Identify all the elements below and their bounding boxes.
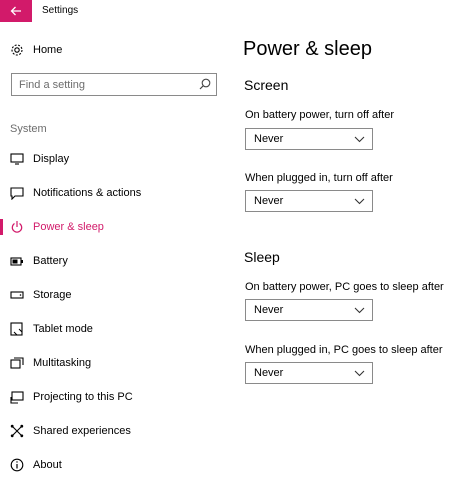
sidebar-item-label: Storage [33, 289, 72, 301]
screen-plugged-dropdown[interactable]: Never [245, 190, 373, 212]
sidebar-item-label: Tablet mode [33, 323, 93, 335]
sidebar-item-multitasking[interactable]: Multitasking [0, 350, 230, 376]
active-indicator [0, 219, 3, 235]
section-heading-screen: Screen [244, 77, 289, 93]
screen-plugged-label: When plugged in, turn off after [245, 172, 393, 184]
multitasking-icon [9, 355, 25, 371]
section-heading-sleep: Sleep [244, 249, 280, 265]
search-box[interactable] [11, 73, 217, 96]
monitor-icon [9, 151, 25, 167]
sidebar-item-label: Display [33, 153, 70, 165]
tablet-icon [9, 321, 25, 337]
speech-bubble-icon [9, 185, 25, 201]
sleep-battery-dropdown[interactable]: Never [245, 299, 373, 321]
back-button[interactable] [0, 0, 32, 22]
back-arrow-icon [10, 6, 21, 16]
battery-icon [9, 253, 25, 269]
sidebar-item-about[interactable]: About [0, 452, 230, 478]
dropdown-value: Never [254, 133, 284, 145]
dropdown-value: Never [254, 367, 284, 379]
shared-experiences-icon [9, 423, 25, 439]
sidebar-item-projecting[interactable]: Projecting to this PC [0, 384, 230, 410]
sidebar-item-battery[interactable]: Battery [0, 248, 230, 274]
sidebar-item-display[interactable]: Display [0, 146, 230, 172]
projector-icon [9, 389, 25, 405]
chevron-down-icon [354, 136, 365, 143]
sidebar-item-label: Home [33, 44, 63, 56]
sidebar-item-home[interactable]: Home [0, 37, 230, 63]
chevron-down-icon [354, 307, 365, 314]
group-label-system: System [10, 123, 47, 135]
search-input[interactable] [12, 74, 192, 95]
info-icon [9, 457, 25, 473]
sidebar-item-label: Shared experiences [33, 425, 131, 437]
sidebar-item-label: Multitasking [33, 357, 92, 369]
sleep-plugged-dropdown[interactable]: Never [245, 362, 373, 384]
sidebar-item-label: Power & sleep [33, 221, 104, 233]
sidebar-item-label: About [33, 459, 62, 471]
sidebar-item-notifications[interactable]: Notifications & actions [0, 180, 230, 206]
screen-battery-dropdown[interactable]: Never [245, 128, 373, 150]
sidebar-item-label: Projecting to this PC [33, 391, 133, 403]
sidebar-item-label: Notifications & actions [33, 187, 142, 199]
window-title: Settings [42, 5, 79, 16]
chevron-down-icon [354, 198, 365, 205]
chevron-down-icon [354, 370, 365, 377]
dropdown-value: Never [254, 195, 284, 207]
sleep-battery-label: On battery power, PC goes to sleep after [245, 281, 444, 293]
dropdown-value: Never [254, 304, 284, 316]
sleep-plugged-label: When plugged in, PC goes to sleep after [245, 344, 443, 356]
sidebar-item-power-sleep[interactable]: Power & sleep [0, 214, 230, 240]
page-title: Power & sleep [243, 38, 372, 60]
sidebar-item-shared-experiences[interactable]: Shared experiences [0, 418, 230, 444]
gear-icon [9, 42, 25, 58]
sidebar-item-tablet-mode[interactable]: Tablet mode [0, 316, 230, 342]
power-icon [9, 219, 25, 235]
sidebar-item-storage[interactable]: Storage [0, 282, 230, 308]
search-icon[interactable] [198, 77, 212, 91]
screen-battery-label: On battery power, turn off after [245, 109, 394, 121]
title-bar: Settings [0, 0, 474, 22]
drive-icon [9, 287, 25, 303]
sidebar-item-label: Battery [33, 255, 68, 267]
